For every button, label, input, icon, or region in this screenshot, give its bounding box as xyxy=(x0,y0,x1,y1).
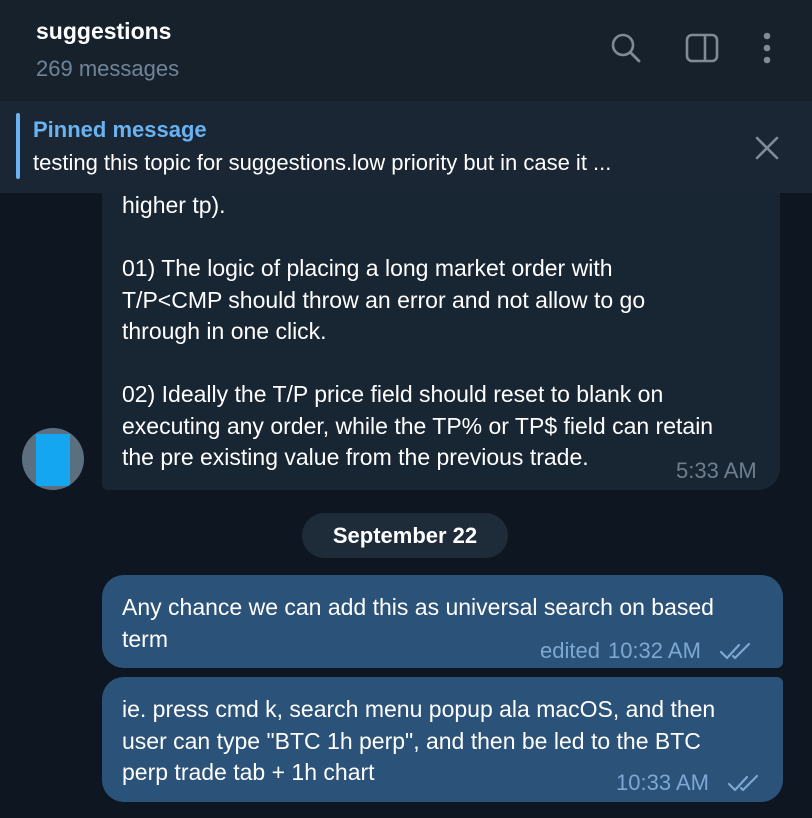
message-meta: edited 10:32 AM xyxy=(540,635,753,667)
close-icon[interactable] xyxy=(753,134,781,162)
message-line xyxy=(122,348,762,380)
sidebar-toggle-icon[interactable] xyxy=(684,30,720,66)
message-line: higher tp). xyxy=(122,192,226,218)
message-time: 5:33 AM xyxy=(676,458,757,483)
message-line: ie. press cmd k, search menu popup ala m… xyxy=(122,696,716,722)
incoming-message-bubble[interactable]: higher tp). 01) The logic of placing a l… xyxy=(102,150,780,490)
message-line: Any chance we can add this as universal … xyxy=(122,594,714,620)
double-check-icon xyxy=(719,642,753,660)
message-meta: 10:33 AM xyxy=(616,767,761,799)
pinned-title: Pinned message xyxy=(33,117,207,142)
more-vert-icon[interactable] xyxy=(749,30,785,66)
outgoing-message-bubble[interactable]: ie. press cmd k, search menu popup ala m… xyxy=(102,677,783,802)
pinned-text: testing this topic for suggestions.low p… xyxy=(33,150,612,175)
message-line: user can type "BTC 1h perp", and then be… xyxy=(122,727,701,754)
pinned-indicator xyxy=(16,113,20,179)
chat-header: suggestions 269 messages xyxy=(0,0,812,101)
chat-title[interactable]: suggestions xyxy=(36,18,171,45)
message-count: 269 messages xyxy=(36,56,180,81)
pinned-message-bar[interactable]: Pinned message testing this topic for su… xyxy=(0,101,812,193)
date-separator: September 22 xyxy=(302,513,508,558)
message-time: 10:33 AM xyxy=(616,770,709,795)
message-line: the pre existing value from the previous… xyxy=(122,444,589,470)
message-line xyxy=(122,222,762,254)
message-line: executing any order, while the TP% or TP… xyxy=(122,412,714,439)
message-time: 10:32 AM xyxy=(607,638,701,663)
avatar-image xyxy=(36,434,70,486)
message-line: through in one click. xyxy=(122,318,327,344)
outgoing-message-bubble[interactable]: Any chance we can add this as universal … xyxy=(102,575,783,668)
double-check-icon xyxy=(727,774,761,792)
message-line: 02) Ideally the T/P price field should r… xyxy=(122,381,664,407)
message-line: T/P<CMP should throw an error and not al… xyxy=(122,286,646,313)
edited-label: edited xyxy=(540,638,600,663)
search-icon[interactable] xyxy=(608,30,644,66)
message-line: 01) The logic of placing a long market o… xyxy=(122,255,613,281)
avatar[interactable] xyxy=(22,428,84,490)
